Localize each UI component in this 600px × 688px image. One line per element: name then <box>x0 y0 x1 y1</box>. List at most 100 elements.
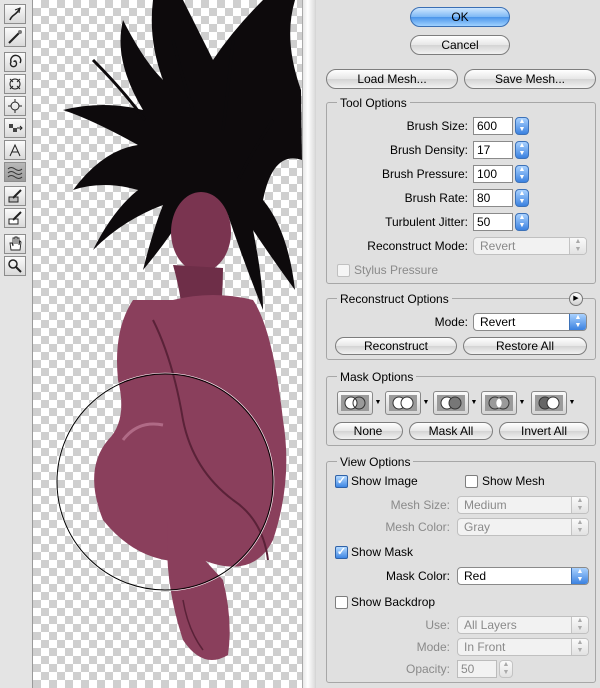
chevron-updown-icon: ▲ ▼ <box>571 497 588 513</box>
mask-options-group: Mask Options ▼ ▼ ▼ ▼ ▼ None Mask All Inv… <box>326 370 596 446</box>
zoom-tool[interactable] <box>4 256 26 276</box>
push-left-tool[interactable] <box>4 118 26 138</box>
chevron-down-icon[interactable]: ▼ <box>422 391 430 415</box>
mirror-tool[interactable] <box>4 140 26 160</box>
mask-all-button[interactable]: Mask All <box>409 422 493 440</box>
mask-replace-icon <box>341 395 369 411</box>
show-image-label: Show Image <box>351 474 418 488</box>
brush-pressure-input[interactable]: 100 <box>473 165 513 183</box>
brush-density-input[interactable]: 17 <box>473 141 513 159</box>
mask-intersect-button[interactable] <box>481 391 517 415</box>
restore-all-button[interactable]: Restore All <box>463 337 587 355</box>
brush-pressure-stepper[interactable]: ▲ ▼ <box>515 165 529 183</box>
thaw-mask-tool[interactable] <box>4 208 26 228</box>
brush-rate-input[interactable]: 80 <box>473 189 513 207</box>
mask-subtract-icon <box>437 395 465 411</box>
hand-tool[interactable] <box>4 234 26 254</box>
show-backdrop-label: Show Backdrop <box>351 595 436 609</box>
mesh-size-select[interactable]: Medium ▲ ▼ <box>457 496 589 514</box>
brush-density-stepper[interactable]: ▲ ▼ <box>515 141 529 159</box>
stylus-pressure-checkbox[interactable] <box>337 264 350 277</box>
preview-image <box>55 0 302 660</box>
show-backdrop-checkbox[interactable] <box>335 596 348 609</box>
reconstruct-icon <box>8 30 22 44</box>
pucker-icon <box>9 78 21 90</box>
chevron-updown-icon: ▲ ▼ <box>569 238 586 254</box>
zoom-icon <box>8 259 22 273</box>
reconstruct-options-title: Reconstruct Options <box>337 292 452 306</box>
forward-warp-icon <box>9 7 21 21</box>
backdrop-mode-select[interactable]: In Front ▲ ▼ <box>457 638 589 656</box>
twirl-tool[interactable] <box>4 52 26 72</box>
opacity-stepper[interactable]: ▲ ▼ <box>499 660 513 678</box>
show-mask-checkbox[interactable]: ✓ <box>335 546 348 559</box>
brush-rate-stepper[interactable]: ▲ ▼ <box>515 189 529 207</box>
mask-color-value: Red <box>464 569 487 583</box>
stylus-pressure-label: Stylus Pressure <box>354 263 439 277</box>
ok-button[interactable]: OK <box>410 7 510 27</box>
opacity-input[interactable]: 50 <box>457 660 497 678</box>
use-label: Use: <box>425 618 450 632</box>
mask-invert-button[interactable] <box>531 391 567 415</box>
mirror-icon <box>9 143 21 157</box>
save-mesh-button[interactable]: Save Mesh... <box>464 69 596 89</box>
reconstruct-mode-dropdown[interactable]: Revert ▲ ▼ <box>473 313 587 331</box>
reconstruct-button[interactable]: Reconstruct <box>335 337 457 355</box>
turbulent-jitter-input[interactable]: 50 <box>473 213 513 231</box>
hand-icon <box>9 236 22 251</box>
liquify-options-panel: OK Cancel Load Mesh... Save Mesh... Tool… <box>316 0 600 688</box>
brush-size-stepper[interactable]: ▲ ▼ <box>515 117 529 135</box>
cancel-button[interactable]: Cancel <box>410 35 510 55</box>
forward-warp-tool[interactable] <box>4 4 26 24</box>
mesh-color-label: Mesh Color: <box>385 520 450 534</box>
invert-all-button[interactable]: Invert All <box>499 422 589 440</box>
reconstruct-options-menu-button[interactable]: ▶ <box>569 292 583 306</box>
preview-canvas[interactable] <box>33 0 302 688</box>
use-value: All Layers <box>464 618 517 632</box>
twirl-icon <box>9 54 22 68</box>
turbulent-jitter-label: Turbulent Jitter: <box>385 215 468 229</box>
reconstruct-options-group: Reconstruct Options ▶ Mode: Revert ▲ ▼ Re… <box>326 292 596 360</box>
show-mesh-checkbox[interactable] <box>465 475 478 488</box>
brush-pressure-label: Brush Pressure: <box>381 167 468 181</box>
chevron-down-icon[interactable]: ▼ <box>568 391 576 415</box>
freeze-mask-icon <box>8 189 22 203</box>
mesh-size-label: Mesh Size: <box>390 498 450 512</box>
chevron-down-icon[interactable]: ▼ <box>470 391 478 415</box>
mask-add-icon <box>389 395 417 411</box>
backdrop-mode-value: In Front <box>464 640 506 654</box>
mask-color-label: Mask Color: <box>385 569 450 583</box>
reconstruct-tool[interactable] <box>4 27 26 47</box>
mask-none-button[interactable]: None <box>333 422 403 440</box>
mask-options-title: Mask Options <box>337 370 417 384</box>
pucker-tool[interactable] <box>4 74 26 94</box>
show-image-checkbox[interactable]: ✓ <box>335 475 348 488</box>
brush-size-input[interactable]: 600 <box>473 117 513 135</box>
chevron-updown-icon: ▲ ▼ <box>569 314 586 330</box>
view-options-title: View Options <box>337 455 414 469</box>
bloat-icon <box>8 99 22 113</box>
mask-replace-button[interactable] <box>337 391 373 415</box>
show-mask-label: Show Mask <box>351 545 414 559</box>
brush-density-label: Brush Density: <box>389 143 468 157</box>
mask-color-select[interactable]: Red ▲ ▼ <box>457 567 589 585</box>
view-options-group: View Options ✓ Show Image Show Mesh Mesh… <box>326 455 596 683</box>
load-mesh-button[interactable]: Load Mesh... <box>326 69 458 89</box>
mesh-color-select[interactable]: Gray ▲ ▼ <box>457 518 589 536</box>
reconstruct-mode-dropdown-value: Revert <box>480 315 516 329</box>
push-left-icon <box>9 124 23 132</box>
use-select[interactable]: All Layers ▲ ▼ <box>457 616 589 634</box>
chevron-down-icon[interactable]: ▼ <box>374 391 382 415</box>
chevron-updown-icon: ▲ ▼ <box>571 617 588 633</box>
mask-intersect-icon <box>485 395 513 411</box>
reconstruct-mode-select[interactable]: Revert ▲ ▼ <box>473 237 587 255</box>
mask-subtract-button[interactable] <box>433 391 469 415</box>
turbulence-icon <box>7 167 23 179</box>
mesh-color-value: Gray <box>464 520 491 534</box>
mask-add-button[interactable] <box>385 391 421 415</box>
bloat-tool[interactable] <box>4 96 26 116</box>
turbulent-jitter-stepper[interactable]: ▲ ▼ <box>515 213 529 231</box>
chevron-down-icon[interactable]: ▼ <box>518 391 526 415</box>
freeze-mask-tool[interactable] <box>4 186 26 206</box>
turbulence-tool[interactable] <box>4 162 26 182</box>
